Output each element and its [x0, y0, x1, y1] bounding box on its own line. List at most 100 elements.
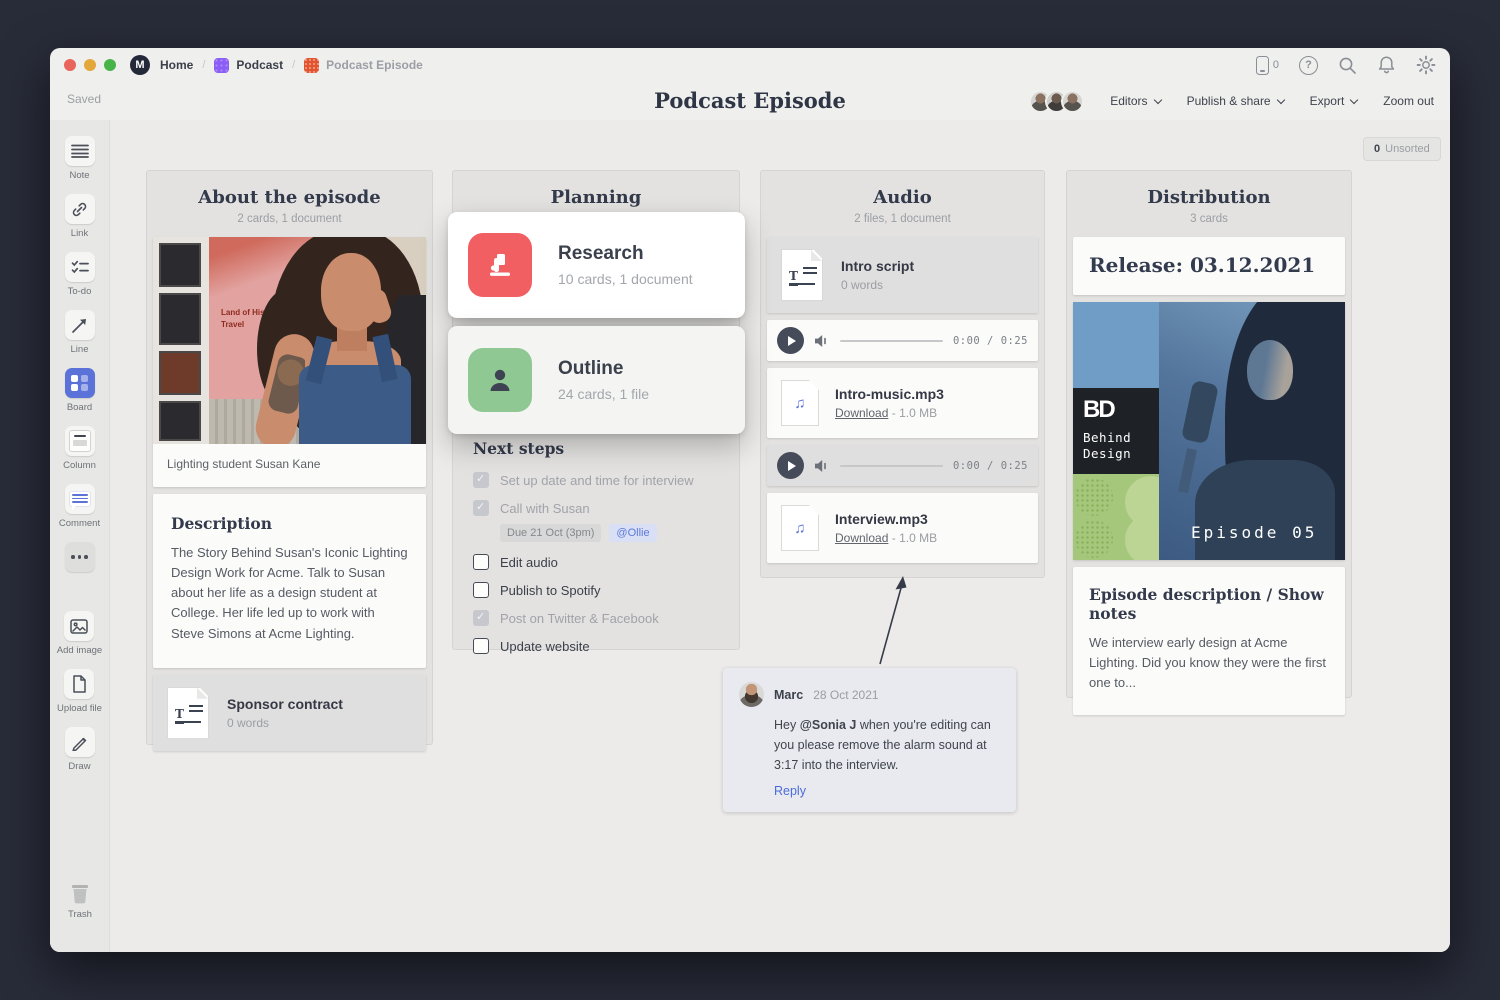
column-distribution[interactable]: Distribution 3 cards Release: 03.12.2021… — [1066, 170, 1352, 698]
tool-comment[interactable]: Comment — [59, 484, 100, 529]
progress-bar[interactable] — [840, 340, 943, 342]
todo-item[interactable]: Set up date and time for interview — [473, 472, 725, 488]
comment-card[interactable]: Marc 28 Oct 2021 Hey @Sonia J when you'r… — [723, 668, 1016, 812]
tool-label: Link — [71, 228, 88, 239]
maximize-window-button[interactable] — [104, 59, 116, 71]
assignee-badge[interactable]: @Ollie — [609, 524, 656, 542]
due-date-badge[interactable]: Due 21 Oct (3pm) — [500, 524, 601, 542]
progress-bar[interactable] — [840, 465, 943, 467]
cover-brand-line: Behind — [1083, 430, 1159, 446]
tool-upload-file[interactable]: Upload file — [57, 669, 102, 714]
cover-art-card[interactable]: BD Behind Design Episode 05 — [1073, 302, 1345, 560]
sponsor-contract-card[interactable]: T Sponsor contract 0 words — [153, 675, 426, 751]
settings-gear-icon[interactable] — [1416, 55, 1436, 75]
todo-label: Set up date and time for interview — [500, 473, 694, 488]
tool-column[interactable]: Column — [63, 426, 96, 471]
checkbox-checked[interactable] — [473, 610, 489, 626]
tool-line[interactable]: Line — [65, 310, 95, 355]
breadcrumb-label: Home — [160, 58, 193, 72]
breadcrumb-separator: / — [202, 59, 205, 71]
release-date-card[interactable]: Release: 03.12.2021 — [1073, 237, 1345, 295]
todo-item[interactable]: Update website — [473, 638, 725, 654]
help-icon[interactable] — [1299, 56, 1318, 75]
todo-item[interactable]: Call with Susan — [473, 500, 725, 516]
intro-script-card[interactable]: T Intro script 0 words — [767, 237, 1038, 313]
checkbox-unchecked[interactable] — [473, 638, 489, 654]
zoom-out-button[interactable]: Zoom out — [1383, 94, 1434, 108]
volume-icon[interactable] — [814, 459, 830, 473]
notifications-bell-icon[interactable] — [1377, 55, 1396, 75]
device-count: 0 — [1273, 59, 1279, 71]
export-menu[interactable]: Export — [1310, 94, 1358, 108]
tool-link[interactable]: Link — [65, 194, 95, 239]
description-card[interactable]: Description The Story Behind Susan's Ico… — [153, 494, 426, 668]
tools-sidebar: Note Link To-do Line — [50, 120, 110, 952]
tool-more[interactable] — [65, 542, 95, 576]
tool-todo[interactable]: To-do — [65, 252, 95, 297]
chevron-down-icon — [1350, 95, 1358, 103]
search-icon[interactable] — [1338, 56, 1357, 75]
tool-draw[interactable]: Draw — [65, 727, 95, 772]
description-title: Description — [171, 514, 408, 533]
minimize-window-button[interactable] — [84, 59, 96, 71]
checkbox-checked[interactable] — [473, 472, 489, 488]
link-icon — [65, 194, 95, 224]
reply-link[interactable]: Reply — [774, 784, 998, 798]
board-canvas[interactable]: 0 Unsorted About the episode 2 cards, 1 … — [110, 120, 1450, 952]
tool-board-active[interactable]: Board — [65, 368, 95, 413]
show-notes-card[interactable]: Episode description / Show notes We inte… — [1073, 567, 1345, 715]
document-icon: T — [167, 687, 209, 739]
volume-icon[interactable] — [814, 334, 830, 348]
tool-add-image[interactable]: Add image — [57, 611, 102, 656]
breadcrumb-home[interactable]: Home — [160, 58, 193, 72]
audio-player-interview: 0:00 / 0:25 — [767, 445, 1038, 486]
tool-note[interactable]: Note — [65, 136, 95, 181]
titlebar-actions: 0 — [1256, 55, 1436, 75]
file-name: Intro-music.mp3 — [835, 386, 944, 402]
play-button[interactable] — [777, 452, 804, 479]
breadcrumb-podcast-episode[interactable]: Podcast Episode — [304, 58, 423, 73]
breadcrumb-label: Podcast Episode — [326, 58, 423, 72]
checkbox-unchecked[interactable] — [473, 554, 489, 570]
release-date-text: Release: 03.12.2021 — [1089, 253, 1329, 277]
tool-label: Comment — [59, 518, 100, 529]
checkbox-unchecked[interactable] — [473, 582, 489, 598]
column-about-the-episode[interactable]: About the episode 2 cards, 1 document La… — [146, 170, 433, 745]
susan-photo: Land of History Mystery Travel — [153, 237, 426, 444]
image-card-susan[interactable]: Land of History Mystery Travel — [153, 237, 426, 487]
todo-item[interactable]: Publish to Spotify — [473, 582, 725, 598]
column-title: Distribution — [1075, 187, 1343, 208]
publish-share-menu[interactable]: Publish & share — [1187, 94, 1284, 108]
comment-icon — [65, 484, 95, 514]
todo-label: Publish to Spotify — [500, 583, 600, 598]
todo-item[interactable]: Edit audio — [473, 554, 725, 570]
show-notes-title: Episode description / Show notes — [1089, 585, 1329, 623]
editor-avatars[interactable] — [1029, 90, 1084, 113]
outline-board-card[interactable]: Outline 24 cards, 1 file — [448, 326, 745, 434]
tool-label: Draw — [68, 761, 90, 772]
podcast-cover-image: BD Behind Design Episode 05 — [1073, 302, 1345, 560]
column-subtitle: 2 files, 1 document — [769, 213, 1036, 225]
audio-file-icon: ♫ — [781, 505, 819, 551]
editors-menu[interactable]: Editors — [1110, 94, 1160, 108]
unsorted-badge[interactable]: 0 Unsorted — [1363, 137, 1441, 161]
comment-author: Marc — [774, 688, 803, 702]
close-window-button[interactable] — [64, 59, 76, 71]
download-link[interactable]: Download — [835, 531, 888, 545]
download-link[interactable]: Download — [835, 406, 888, 420]
column-audio[interactable]: Audio 2 files, 1 document T Intro script… — [760, 170, 1045, 578]
document-title: Intro script — [841, 258, 914, 274]
audio-file-icon: ♫ — [781, 380, 819, 426]
connector-arrow[interactable] — [845, 572, 925, 672]
research-board-card[interactable]: Research 10 cards, 1 document — [448, 212, 745, 318]
mention[interactable]: @Sonia J — [800, 718, 857, 732]
trash-label: Trash — [68, 909, 92, 920]
mobile-device-button[interactable]: 0 — [1256, 56, 1279, 75]
breadcrumb-podcast[interactable]: Podcast — [214, 58, 283, 73]
file-card-intro-music[interactable]: ♫ Intro-music.mp3 Download - 1.0 MB — [767, 368, 1038, 438]
play-button[interactable] — [777, 327, 804, 354]
file-card-interview[interactable]: ♫ Interview.mp3 Download - 1.0 MB — [767, 493, 1038, 563]
checkbox-checked[interactable] — [473, 500, 489, 516]
trash-dropzone[interactable]: Trash — [50, 881, 110, 920]
todo-item[interactable]: Post on Twitter & Facebook — [473, 610, 725, 626]
